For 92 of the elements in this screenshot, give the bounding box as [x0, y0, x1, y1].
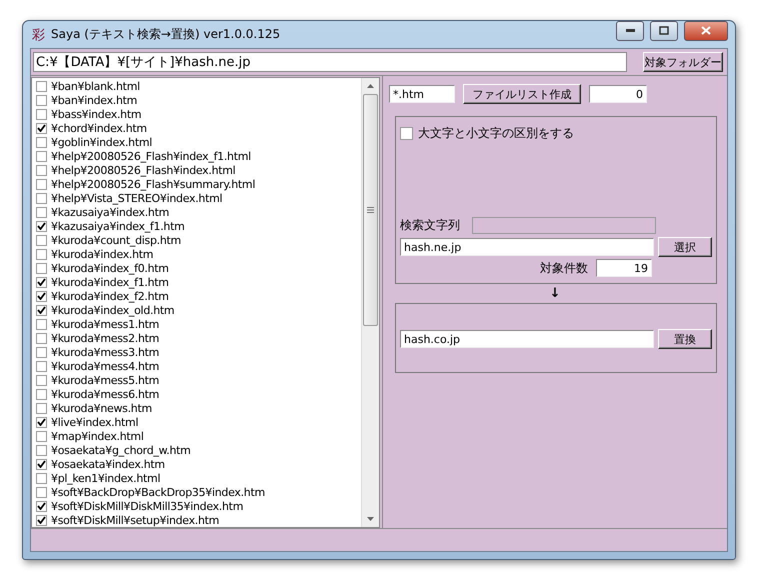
checkbox[interactable]: [36, 220, 47, 232]
file-item[interactable]: ¥kuroda¥count_disp.htm: [32, 233, 361, 247]
minimize-icon: [626, 28, 634, 32]
scroll-down-icon[interactable]: [367, 517, 374, 521]
checkbox[interactable]: [36, 514, 47, 526]
file-item[interactable]: ¥bass¥index.htm: [32, 107, 361, 121]
checkbox[interactable]: [36, 304, 47, 316]
file-item[interactable]: ¥soft¥DiskMill¥setup¥index.htm: [32, 513, 361, 527]
file-item[interactable]: ¥ban¥blank.html: [32, 79, 361, 93]
checkbox[interactable]: [36, 444, 47, 456]
file-item[interactable]: ¥soft¥DiskMill¥DiskMill35¥index.htm: [32, 499, 361, 513]
match-count-field[interactable]: 19: [596, 259, 652, 277]
search-field[interactable]: hash.ne.jp: [400, 238, 654, 256]
target-folder-button[interactable]: 対象フォルダー: [643, 52, 723, 72]
checkbox[interactable]: [36, 234, 47, 246]
checkbox[interactable]: [36, 122, 47, 134]
checkbox[interactable]: [36, 416, 47, 428]
checkbox[interactable]: [36, 388, 47, 400]
checkbox[interactable]: [36, 318, 47, 330]
checkbox[interactable]: [36, 346, 47, 358]
replace-field[interactable]: hash.co.jp: [400, 330, 654, 348]
maximize-icon: [659, 26, 669, 35]
checkbox[interactable]: [36, 192, 47, 204]
checkbox[interactable]: [36, 486, 47, 498]
maximize-button[interactable]: [650, 20, 678, 40]
scroll-thumb[interactable]: [363, 94, 378, 326]
checkbox[interactable]: [36, 500, 47, 512]
match-count-label: 対象件数: [540, 260, 588, 276]
checkbox[interactable]: [36, 108, 47, 120]
file-item[interactable]: ¥kuroda¥mess5.htm: [32, 373, 361, 387]
file-item[interactable]: ¥help¥20080526_Flash¥index.html: [32, 163, 361, 177]
case-sensitive-label: 大文字と小文字の区別をする: [418, 125, 574, 142]
file-item[interactable]: ¥osaekata¥g_chord_w.htm: [32, 443, 361, 457]
minimize-button[interactable]: [616, 20, 644, 40]
checkbox[interactable]: [36, 150, 47, 162]
checkbox[interactable]: [36, 94, 47, 106]
file-item[interactable]: ¥kazusaiya¥index_f1.htm: [32, 219, 361, 233]
case-sensitive-checkbox[interactable]: [400, 127, 413, 140]
file-item[interactable]: ¥kazusaiya¥index.htm: [32, 205, 361, 219]
checkbox[interactable]: [36, 178, 47, 190]
file-item[interactable]: ¥kuroda¥news.htm: [32, 401, 361, 415]
file-item[interactable]: ¥ban¥index.htm: [32, 93, 361, 107]
file-item[interactable]: ¥kuroda¥mess3.htm: [32, 345, 361, 359]
create-file-list-button[interactable]: ファイルリスト作成: [463, 84, 581, 104]
grip-icon: [367, 207, 374, 213]
checkbox[interactable]: [36, 374, 47, 386]
checkbox[interactable]: [36, 360, 47, 372]
checkbox[interactable]: [36, 136, 47, 148]
file-item[interactable]: ¥help¥20080526_Flash¥index_f1.html: [32, 149, 361, 163]
window-title: Saya (テキスト検索→置換) ver1.0.0.125: [51, 26, 282, 43]
file-item[interactable]: ¥soft¥BackDrop¥BackDrop35¥index.htm: [32, 485, 361, 499]
file-item[interactable]: ¥kuroda¥index_f2.htm: [32, 289, 361, 303]
file-item[interactable]: ¥goblin¥index.html: [32, 135, 361, 149]
file-item[interactable]: ¥kuroda¥index_old.htm: [32, 303, 361, 317]
replace-button[interactable]: 置換: [658, 329, 712, 349]
file-item[interactable]: ¥kuroda¥index.htm: [32, 247, 361, 261]
file-item[interactable]: ¥kuroda¥mess6.htm: [32, 387, 361, 401]
file-item[interactable]: ¥pl_ken1¥index.html: [32, 471, 361, 485]
file-item[interactable]: ¥help¥20080526_Flash¥summary.html: [32, 177, 361, 191]
file-item[interactable]: ¥help¥Vista_STEREO¥index.html: [32, 191, 361, 205]
checkbox[interactable]: [36, 472, 47, 484]
file-item[interactable]: ¥kuroda¥mess1.htm: [32, 317, 361, 331]
checkbox[interactable]: [36, 206, 47, 218]
file-item[interactable]: ¥kuroda¥mess4.htm: [32, 359, 361, 373]
checkbox[interactable]: [36, 458, 47, 470]
checkbox[interactable]: [36, 164, 47, 176]
folder-path-field[interactable]: C:¥【DATA】¥[サイト]¥hash.ne.jp: [33, 52, 627, 72]
file-item[interactable]: ¥live¥index.html: [32, 415, 361, 429]
close-button[interactable]: [684, 20, 728, 40]
checkbox[interactable]: [36, 262, 47, 274]
file-pattern-field[interactable]: *.htm: [389, 85, 455, 103]
file-item[interactable]: ¥kuroda¥index_f1.htm: [32, 275, 361, 289]
close-icon: [701, 26, 711, 35]
file-item[interactable]: ¥map¥index.html: [32, 429, 361, 443]
scrollbar[interactable]: [361, 78, 379, 527]
checkbox[interactable]: [36, 80, 47, 92]
scroll-up-icon[interactable]: [367, 84, 374, 88]
file-item[interactable]: ¥chord¥index.htm: [32, 121, 361, 135]
checkbox[interactable]: [36, 290, 47, 302]
checkbox[interactable]: [36, 430, 47, 442]
file-item[interactable]: ¥kuroda¥mess2.htm: [32, 331, 361, 345]
select-button[interactable]: 選択: [658, 237, 712, 257]
checkbox[interactable]: [36, 248, 47, 260]
file-item[interactable]: ¥osaekata¥index.htm: [32, 457, 361, 471]
file-count-field[interactable]: 0: [589, 85, 647, 103]
app-icon: 彩: [32, 26, 45, 44]
file-item[interactable]: ¥kuroda¥index_f0.htm: [32, 261, 361, 275]
checkbox[interactable]: [36, 402, 47, 414]
arrow-text: ↓: [550, 286, 560, 301]
checkbox[interactable]: [36, 332, 47, 344]
checkbox[interactable]: [36, 276, 47, 288]
search-string-label: 検索文字列: [400, 217, 460, 234]
